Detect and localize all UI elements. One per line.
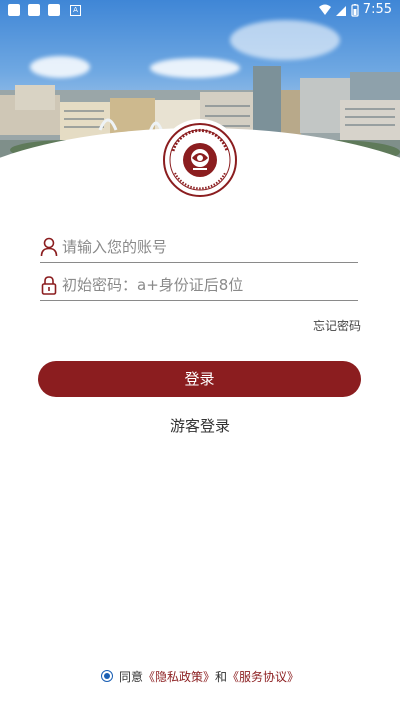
notification-icon (48, 4, 60, 16)
password-field[interactable]: 初始密码：a+身份证后8位 (40, 272, 358, 301)
username-input[interactable]: 请输入您的账号 (62, 236, 167, 257)
person-icon (40, 237, 58, 257)
agreement-conjunction: 和 (215, 670, 228, 684)
agreement-row: 同意《隐私政策》和《服务协议》 (0, 668, 400, 685)
status-time: 7:55 (362, 2, 392, 17)
lock-icon (41, 276, 57, 295)
login-button[interactable]: 登录 (38, 361, 361, 397)
username-field[interactable]: 请输入您的账号 (40, 234, 358, 263)
agreement-prefix: 同意 (118, 670, 143, 684)
password-input[interactable]: 初始密码：a+身份证后8位 (62, 274, 243, 295)
status-bar: A 7:55 (0, 0, 400, 20)
privacy-policy-link[interactable]: 《隐私政策》 (143, 670, 215, 684)
wifi-signal-battery-icons (319, 4, 359, 17)
university-logo (161, 121, 239, 199)
agreement-radio[interactable] (100, 670, 113, 682)
guest-login-link[interactable]: 游客登录 (0, 415, 400, 436)
forgot-password-link[interactable]: 忘记密码 (313, 317, 361, 334)
app-notification-icon: A (70, 5, 81, 16)
notification-icon (28, 4, 40, 16)
university-seal-icon (163, 123, 237, 197)
service-agreement-link[interactable]: 《服务协议》 (227, 670, 299, 684)
cloud (230, 20, 340, 60)
notification-icon (8, 4, 20, 16)
